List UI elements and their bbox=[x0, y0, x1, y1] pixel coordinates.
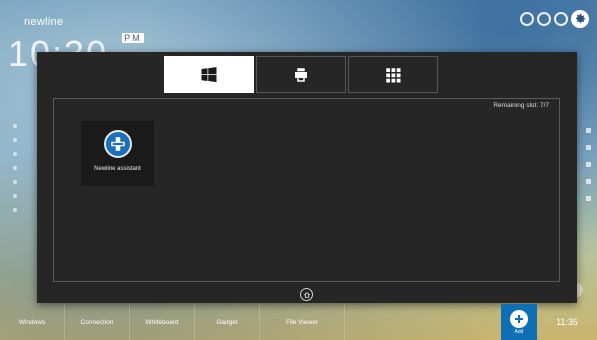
taskbar-item-connection[interactable]: Connection bbox=[65, 304, 130, 340]
home-button[interactable] bbox=[300, 288, 313, 301]
apps-grid-icon bbox=[386, 67, 401, 82]
home-clock-badge: PM bbox=[122, 33, 144, 43]
home-icon bbox=[303, 291, 310, 298]
add-button-label: Add bbox=[514, 328, 524, 335]
tab-windows[interactable] bbox=[164, 56, 254, 93]
app-slots-area: Remaining slot: 7/7 Newline assistant bbox=[53, 98, 560, 282]
printer-icon bbox=[295, 67, 307, 82]
launcher-tabs bbox=[164, 56, 438, 93]
right-edge-indicators bbox=[586, 128, 591, 201]
left-edge-indicators bbox=[13, 124, 17, 212]
taskbar-item-whiteboard[interactable]: Whiteboard bbox=[130, 304, 195, 340]
taskbar-item-file-viewer[interactable]: File Viewer bbox=[260, 304, 345, 340]
app-tile-newline-assistant[interactable]: Newline assistant bbox=[81, 121, 154, 186]
app-launcher-panel: Remaining slot: 7/7 Newline assistant bbox=[37, 52, 577, 303]
bottom-taskbar: Windows Connection Whiteboard Gadget Fil… bbox=[0, 304, 597, 340]
taskbar-clock: 11:35 bbox=[556, 317, 578, 327]
windows-icon bbox=[201, 66, 217, 82]
status-circle-icon[interactable] bbox=[554, 12, 568, 26]
newline-assistant-icon bbox=[103, 130, 132, 158]
remaining-slot-label: Remaining slot: 7/7 bbox=[493, 102, 549, 109]
brand-logo: newline bbox=[24, 16, 64, 28]
plus-icon bbox=[510, 309, 528, 328]
status-circle-icon[interactable] bbox=[520, 12, 534, 26]
status-circle-icon[interactable] bbox=[537, 12, 551, 26]
tab-apps[interactable] bbox=[348, 56, 438, 93]
top-right-controls bbox=[520, 10, 589, 28]
settings-gear-icon[interactable] bbox=[571, 10, 589, 28]
taskbar-item-gadget[interactable]: Gadget bbox=[195, 304, 260, 340]
tab-printer[interactable] bbox=[256, 56, 346, 93]
add-button[interactable]: Add bbox=[501, 304, 537, 340]
app-tile-label: Newline assistant bbox=[94, 166, 141, 172]
taskbar-item-windows[interactable]: Windows bbox=[0, 304, 65, 340]
